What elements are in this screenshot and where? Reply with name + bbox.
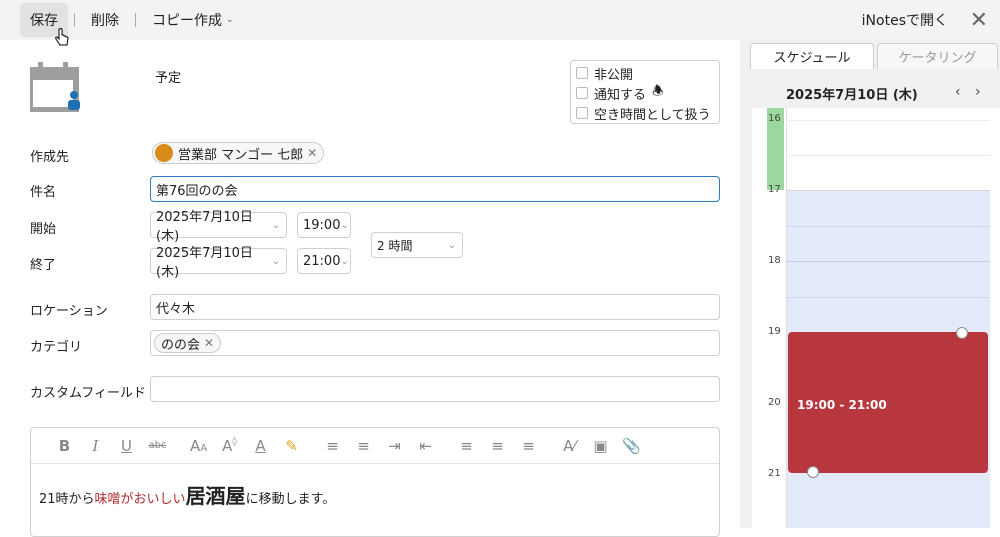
align-right-icon[interactable]: ≡ xyxy=(513,437,544,455)
body-text-2: に移動します。 xyxy=(245,492,336,507)
recipient-chip[interactable]: 営業部 マンゴー 七郎 ✕ xyxy=(152,142,325,164)
remove-recipient-icon[interactable]: ✕ xyxy=(307,146,317,160)
body-text-1: 21時から xyxy=(39,492,95,507)
italic-icon[interactable]: I xyxy=(80,437,111,455)
superscript-icon[interactable]: A◊ xyxy=(214,437,245,455)
font-size-icon[interactable]: AA xyxy=(183,437,214,455)
chevron-down-icon: ⌄ xyxy=(271,255,280,267)
start-label: 開始 xyxy=(30,222,57,237)
location-input[interactable]: 代々木 xyxy=(150,294,720,320)
editor-toolbar: B I U abc AA A◊ A ✎ ≡ ≡ ⇥ ⇤ ≡ ≡ ≡ A⁄ ▣ 📎 xyxy=(31,428,719,464)
prev-day-icon[interactable]: ‹ xyxy=(955,84,961,100)
chevron-down-icon: ⌄ xyxy=(271,219,280,231)
hour-label: 18 xyxy=(768,255,781,266)
body-text-large: 居酒屋 xyxy=(185,484,246,508)
bullet-list-icon[interactable]: ≡ xyxy=(317,437,348,455)
copy-button[interactable]: コピー作成 ⌄ xyxy=(142,3,244,37)
end-time-value: 21:00 xyxy=(303,253,341,269)
start-time-select[interactable]: 19:00 ⌄ xyxy=(297,212,351,238)
strikethrough-icon[interactable]: abc xyxy=(142,440,173,451)
toolbar-divider xyxy=(74,13,75,27)
resize-handle-bottom[interactable] xyxy=(807,466,819,478)
custom-field-input[interactable] xyxy=(150,376,720,402)
location-label: ロケーション xyxy=(30,304,108,319)
options-box: 非公開 通知する 🕭 空き時間として扱う xyxy=(570,60,720,124)
half-hour-line xyxy=(786,155,990,156)
category-chip[interactable]: のの会 ✕ xyxy=(154,333,222,353)
body-text-red: 味噌がおいしい xyxy=(94,492,186,507)
hour-line xyxy=(786,261,990,262)
half-hour-line xyxy=(786,120,990,121)
toolbar: 保存 削除 コピー作成 ⌄ iNotesで開く ✕ xyxy=(0,0,1000,40)
hour-label: 20 xyxy=(768,397,781,408)
calendar-icon xyxy=(30,62,80,112)
end-date-select[interactable]: 2025年7月10日 (木) ⌄ xyxy=(150,246,287,280)
highlight-icon[interactable]: ✎ xyxy=(276,437,307,455)
end-date-value: 2025年7月10日 (木) xyxy=(156,246,253,280)
attachment-icon[interactable]: 📎 xyxy=(616,437,647,455)
open-inotes-link[interactable]: iNotesで開く xyxy=(862,0,948,40)
tab-schedule[interactable]: スケジュール xyxy=(750,43,874,69)
notify-label: 通知する xyxy=(594,87,647,103)
send-to-label: 作成先 xyxy=(30,150,70,165)
duration-value: 2 時間 xyxy=(377,238,413,253)
align-left-icon[interactable]: ≡ xyxy=(451,437,482,455)
font-color-icon[interactable]: A xyxy=(245,437,276,455)
remove-category-icon[interactable]: ✕ xyxy=(204,336,214,350)
recipient-name: 営業部 マンゴー 七郎 xyxy=(178,147,304,163)
hour-line xyxy=(786,190,990,191)
clear-format-icon[interactable]: A⁄ xyxy=(554,437,585,455)
duration-select[interactable]: 2 時間 ⌄ xyxy=(371,232,463,258)
private-checkbox[interactable]: 非公開 xyxy=(576,63,714,83)
align-center-icon[interactable]: ≡ xyxy=(482,437,513,455)
outdent-icon[interactable]: ⇤ xyxy=(410,437,441,455)
notify-checkbox[interactable]: 通知する 🕭 xyxy=(576,83,714,103)
start-date-value: 2025年7月10日 (木) xyxy=(156,210,253,244)
hand-cursor-icon xyxy=(55,28,69,46)
close-icon[interactable]: ✕ xyxy=(970,8,988,33)
avatar xyxy=(155,144,173,162)
hour-label: 17 xyxy=(768,184,781,195)
private-label: 非公開 xyxy=(594,67,634,83)
custom-field-label: カスタムフィールド xyxy=(30,386,146,401)
chevron-down-icon: ⌄ xyxy=(340,255,349,267)
chevron-down-icon: ⌄ xyxy=(340,219,349,231)
chevron-down-icon: ⌄ xyxy=(447,239,456,251)
chevron-down-icon: ⌄ xyxy=(226,15,234,25)
image-icon[interactable]: ▣ xyxy=(585,437,616,455)
bold-icon[interactable]: B xyxy=(49,437,80,455)
category-value: のの会 xyxy=(161,337,201,353)
event-time: 19:00 - 21:00 xyxy=(797,398,887,412)
editor-content[interactable]: 21時から味噌がおいしい居酒屋に移動します。 xyxy=(31,464,719,525)
underline-icon[interactable]: U xyxy=(111,437,142,455)
subject-input[interactable]: 第76回のの会 xyxy=(150,176,720,202)
bell-icon: 🕭 xyxy=(652,84,664,99)
body-editor[interactable]: B I U abc AA A◊ A ✎ ≡ ≡ ⇥ ⇤ ≡ ≡ ≡ A⁄ ▣ 📎… xyxy=(30,427,720,537)
category-input[interactable]: のの会 ✕ xyxy=(150,330,720,356)
schedule-date: 2025年7月10日 (木) xyxy=(786,88,918,103)
end-label: 終了 xyxy=(30,258,57,273)
next-day-icon[interactable]: › xyxy=(975,84,981,100)
hour-label: 21 xyxy=(768,468,781,479)
hour-label: 16 xyxy=(768,113,781,124)
half-hour-line xyxy=(786,226,990,227)
category-label: カテゴリ xyxy=(30,340,83,355)
free-time-checkbox[interactable]: 空き時間として扱う xyxy=(576,103,714,123)
start-time-value: 19:00 xyxy=(303,217,341,233)
resize-handle-top[interactable] xyxy=(956,327,968,339)
subject-label: 件名 xyxy=(30,185,57,200)
entry-type-label: 予定 xyxy=(155,71,182,86)
toolbar-divider xyxy=(135,13,136,27)
copy-button-label: コピー作成 xyxy=(152,13,222,29)
numbered-list-icon[interactable]: ≡ xyxy=(348,437,379,455)
indent-icon[interactable]: ⇥ xyxy=(379,437,410,455)
half-hour-line xyxy=(786,297,990,298)
start-date-select[interactable]: 2025年7月10日 (木) ⌄ xyxy=(150,210,287,244)
delete-button[interactable]: 削除 xyxy=(81,3,129,37)
end-time-select[interactable]: 21:00 ⌄ xyxy=(297,248,351,274)
hour-label: 19 xyxy=(768,326,781,337)
event-block[interactable]: 19:00 - 21:00 xyxy=(788,332,988,473)
tab-catering[interactable]: ケータリング xyxy=(877,43,998,69)
free-time-label: 空き時間として扱う xyxy=(594,107,711,123)
